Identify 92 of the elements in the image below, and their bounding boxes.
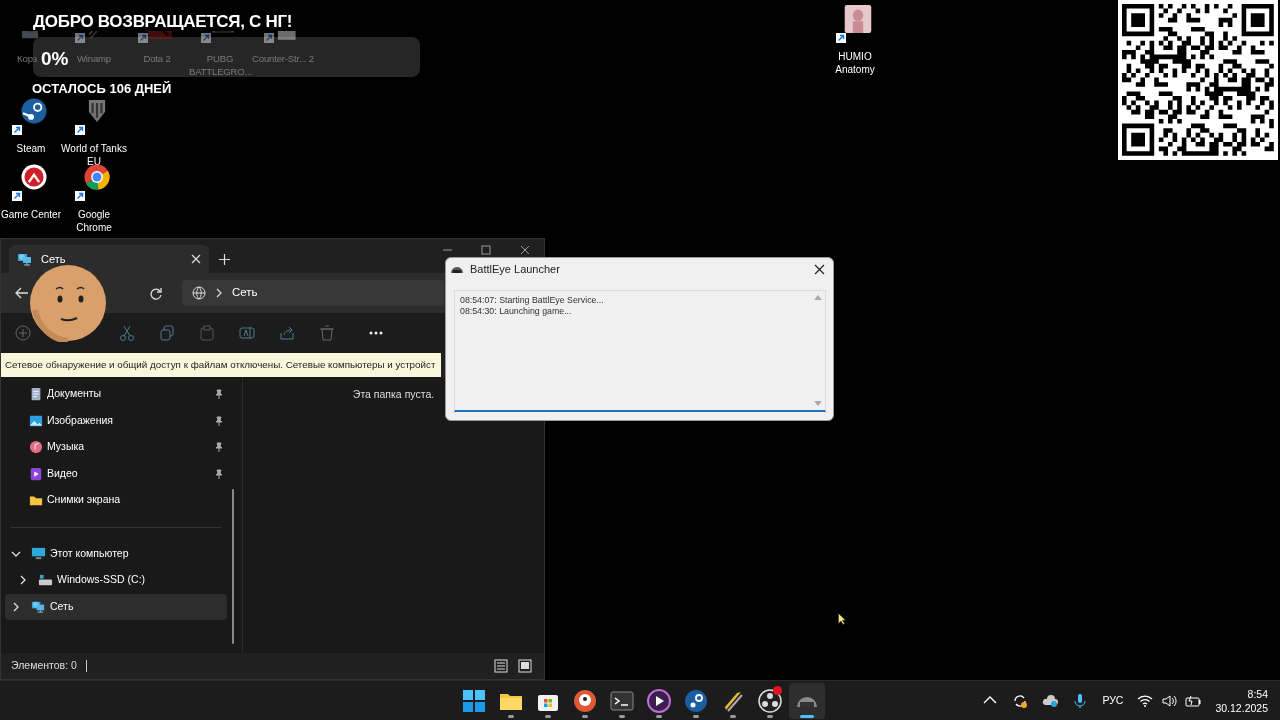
address-text: Сеть bbox=[232, 285, 258, 301]
close-icon bbox=[519, 245, 530, 255]
close-icon[interactable] bbox=[191, 254, 201, 264]
taskbar-app-button[interactable] bbox=[789, 683, 825, 719]
tile-view-icon bbox=[518, 659, 532, 673]
video-icon bbox=[29, 466, 43, 481]
network-icon bbox=[31, 599, 46, 615]
sidebar-item[interactable]: Документы bbox=[5, 381, 227, 408]
widget-percent: 0% bbox=[41, 47, 69, 71]
music-note-icon bbox=[29, 440, 43, 455]
trash-icon bbox=[319, 325, 335, 341]
tree-item[interactable]: Этот компьютер bbox=[5, 540, 227, 567]
icon-label: Google Chrome bbox=[75, 209, 113, 234]
record-icon bbox=[758, 689, 782, 713]
duck-icon bbox=[573, 689, 597, 713]
sidebar-item[interactable]: Снимки экрана bbox=[5, 487, 227, 514]
widget-title: ДОБРО ВОЗВРАЩАЕТСЯ, С НГ! bbox=[33, 11, 293, 33]
photo-placeholder[interactable] bbox=[844, 5, 872, 33]
scissors-icon bbox=[119, 325, 135, 341]
sidebar-item[interactable]: Видео bbox=[5, 460, 227, 487]
clock-time[interactable]: 8:54 bbox=[1247, 687, 1268, 701]
speaker-icon[interactable] bbox=[1161, 693, 1178, 709]
icon-label: PUBG BATTLEGRO... bbox=[189, 53, 251, 78]
more-icon bbox=[369, 331, 383, 335]
maximize-icon bbox=[480, 245, 491, 255]
wifi-icon[interactable] bbox=[1137, 693, 1154, 709]
icon-label: Корз bbox=[16, 53, 38, 66]
clipboard-icon bbox=[199, 325, 215, 341]
sync-button[interactable] bbox=[1012, 693, 1029, 709]
copy-icon bbox=[159, 325, 175, 341]
icon-label: Counter-Str... 2 bbox=[252, 53, 314, 66]
sync-icon bbox=[1012, 693, 1029, 709]
share-button[interactable] bbox=[279, 325, 295, 341]
copy-button[interactable] bbox=[159, 325, 175, 341]
dialog-title: BattlEye Launcher bbox=[470, 261, 560, 277]
chevron-right-icon[interactable] bbox=[18, 575, 28, 586]
more-button[interactable] bbox=[369, 331, 383, 335]
icon-label: Winamp bbox=[76, 53, 112, 66]
cursor-icon bbox=[838, 613, 846, 625]
tab-title: Сеть bbox=[41, 251, 67, 267]
clock-date[interactable]: 30.12.2025 bbox=[1215, 701, 1268, 715]
sidebar-item[interactable]: Изображения bbox=[5, 407, 227, 434]
chevron-right-icon bbox=[216, 288, 222, 298]
refresh-icon bbox=[149, 286, 162, 300]
terminal-icon bbox=[610, 689, 634, 713]
empty-folder-message: Эта папка пуста. bbox=[352, 387, 435, 402]
sidebar-item[interactable]: Музыка bbox=[5, 434, 227, 461]
share-icon bbox=[279, 325, 295, 341]
rename-button[interactable] bbox=[239, 325, 255, 341]
info-bar[interactable]: Сетевое обнаружение и общий доступ к файлам отключены. Сетевые компьютеры и устройст bbox=[1, 353, 441, 377]
address-bar[interactable]: Сеть bbox=[182, 280, 444, 306]
icon-label: World of Tanks EU bbox=[61, 143, 127, 168]
cut-button[interactable] bbox=[119, 325, 135, 341]
battery-icon[interactable] bbox=[1185, 693, 1202, 709]
language-indicator[interactable]: РУС bbox=[1102, 693, 1124, 709]
icon-label: HUMIO Anatomy bbox=[834, 51, 876, 76]
microphone-button[interactable] bbox=[1072, 693, 1089, 709]
microphone-icon bbox=[1072, 693, 1089, 709]
list-view-icon bbox=[494, 659, 508, 673]
delete-button[interactable] bbox=[319, 325, 335, 341]
status-text: Элементов: 0 bbox=[11, 658, 77, 674]
widget-subtitle: ОСТАЛОСЬ 106 ДНЕЙ bbox=[32, 80, 172, 98]
picture-icon bbox=[29, 413, 43, 428]
plus-icon bbox=[218, 253, 230, 265]
chevron-right-icon[interactable] bbox=[11, 601, 21, 612]
back-button[interactable] bbox=[13, 285, 31, 301]
monitor-icon bbox=[31, 546, 46, 562]
rename-icon bbox=[239, 325, 255, 341]
cloud-icon bbox=[1042, 693, 1059, 709]
scrollbar-thumb[interactable] bbox=[232, 489, 234, 644]
log-line: 08:54:07: Starting BattlEye Service... bbox=[460, 295, 605, 306]
log-line: 08:54:30: Launching game... bbox=[460, 306, 573, 317]
plus-circle-icon bbox=[15, 325, 31, 341]
browser-icon[interactable] bbox=[83, 163, 111, 191]
icon-label: Game Center bbox=[0, 209, 62, 222]
drive-icon bbox=[38, 572, 53, 588]
windows-logo-icon bbox=[462, 689, 486, 713]
back-arrow-icon bbox=[15, 287, 29, 299]
game-center-icon[interactable] bbox=[20, 163, 48, 191]
tree-item[interactable]: Сеть bbox=[5, 593, 227, 620]
tiles-view-button[interactable] bbox=[516, 657, 534, 675]
play-icon bbox=[647, 689, 671, 713]
icon-label: Dota 2 bbox=[142, 53, 172, 66]
steam-icon[interactable] bbox=[20, 97, 48, 125]
tree-item[interactable]: Windows-SSD (C:) bbox=[5, 567, 227, 594]
network-icon bbox=[17, 251, 33, 267]
steam-icon bbox=[684, 689, 708, 713]
cloud-button[interactable] bbox=[1042, 693, 1059, 709]
close-icon bbox=[814, 263, 825, 275]
globe-icon bbox=[192, 286, 206, 300]
browser-tab[interactable]: Сеть bbox=[9, 245, 209, 273]
details-view-button[interactable] bbox=[492, 657, 510, 675]
